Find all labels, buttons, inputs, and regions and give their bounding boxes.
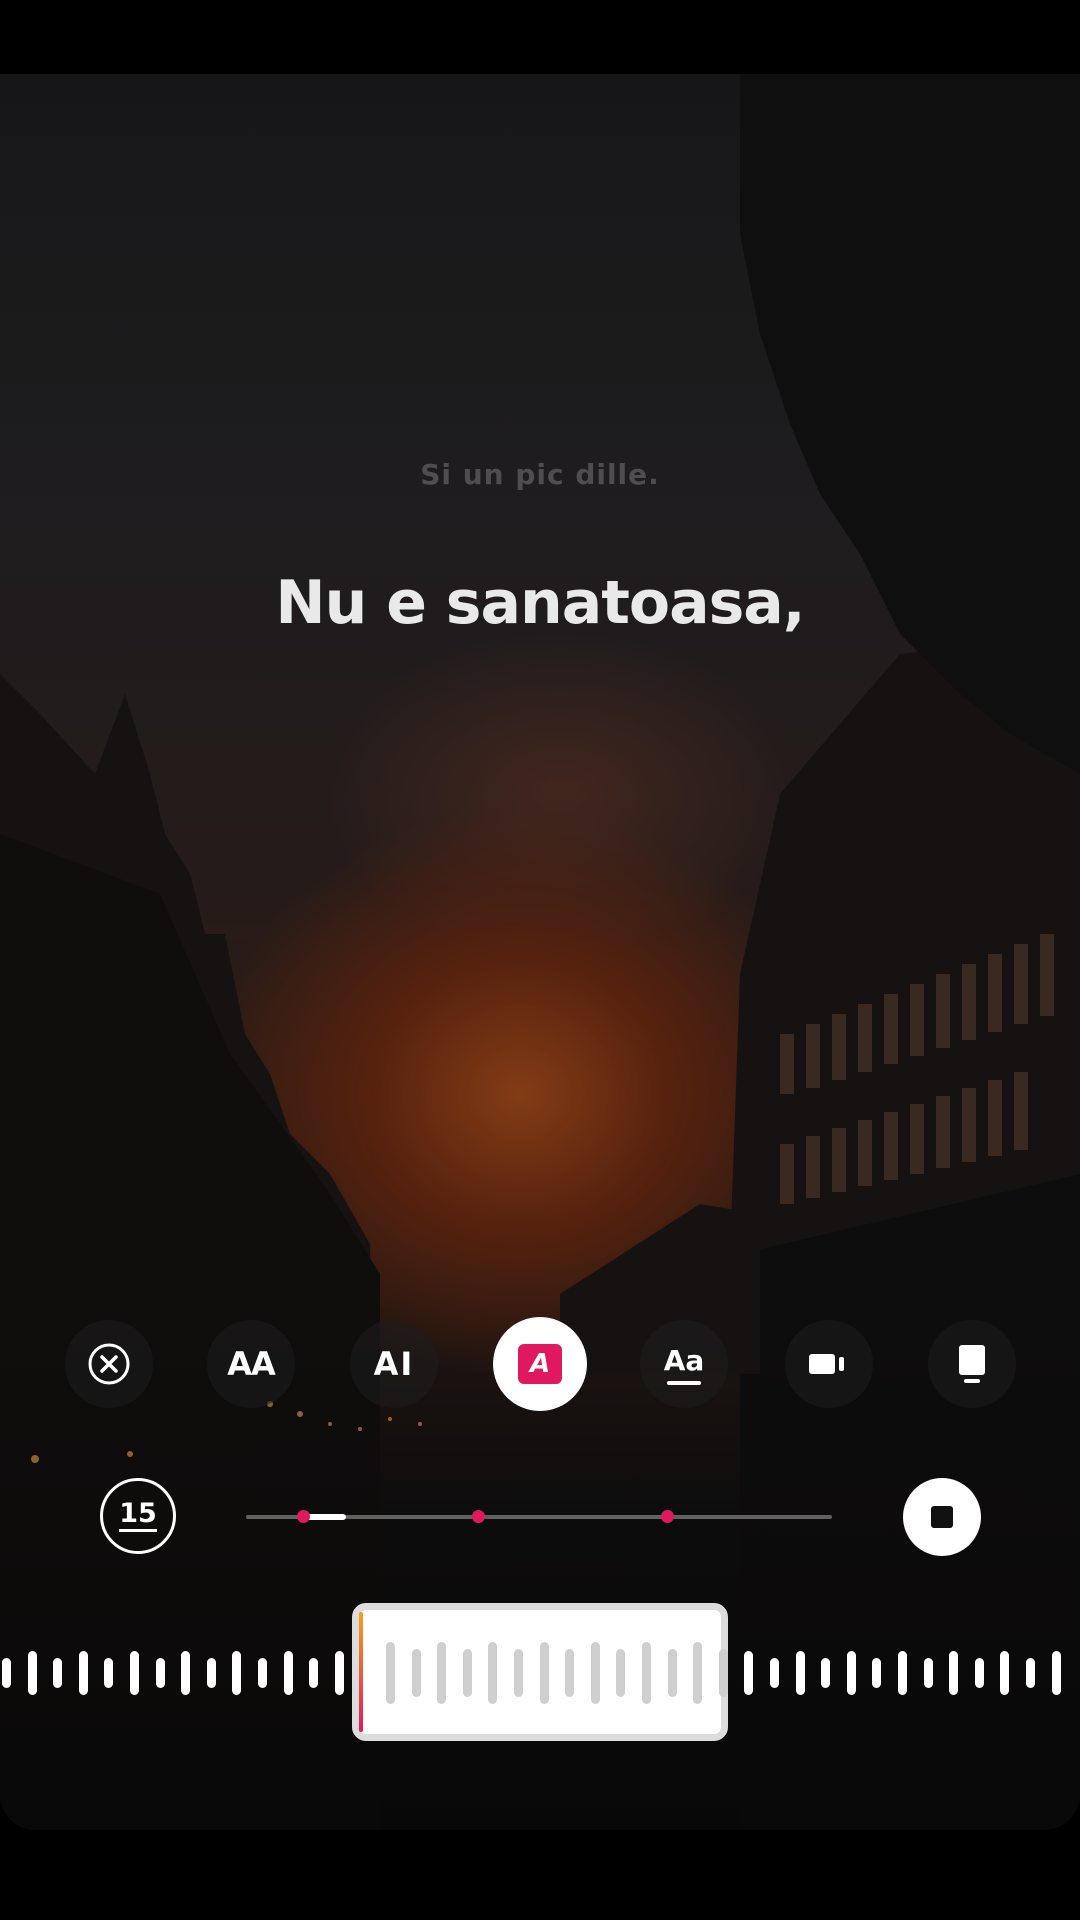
waveform-bar bbox=[155, 1658, 165, 1688]
audio-waveform[interactable] bbox=[0, 1600, 1080, 1746]
video-style-button[interactable] bbox=[785, 1320, 873, 1408]
waveform-bar bbox=[309, 1658, 319, 1688]
waveform-bar bbox=[386, 1642, 395, 1704]
waveform-bar bbox=[1051, 1651, 1061, 1695]
text-style-underline-button[interactable]: Aa bbox=[640, 1320, 728, 1408]
stop-button[interactable] bbox=[903, 1478, 981, 1556]
waveform-bar bbox=[232, 1651, 242, 1695]
video-preview bbox=[0, 74, 1080, 1830]
waveform-bar bbox=[488, 1642, 498, 1704]
waveform-bar bbox=[718, 1649, 728, 1697]
waveform-bar bbox=[130, 1651, 139, 1695]
waveform-bar bbox=[78, 1651, 88, 1695]
waveform-bar bbox=[667, 1649, 677, 1697]
lyric-style-bar: AA AI A Aa bbox=[0, 1316, 1080, 1412]
lyric-marker bbox=[472, 1510, 485, 1523]
waveform-bar bbox=[770, 1658, 779, 1688]
card-icon bbox=[959, 1345, 985, 1383]
waveform-bar bbox=[795, 1651, 805, 1695]
dim-overlay bbox=[0, 74, 1080, 1830]
waveform-bar bbox=[27, 1651, 37, 1695]
duration-label: 15 bbox=[119, 1500, 157, 1532]
waveform-bar bbox=[181, 1651, 191, 1695]
waveform-bar bbox=[462, 1649, 472, 1697]
waveform-bar bbox=[949, 1651, 959, 1695]
lyric-marker bbox=[661, 1510, 674, 1523]
lyric-previous-line: Si un pic dille. bbox=[420, 458, 660, 491]
waveform-bar bbox=[846, 1651, 856, 1695]
video-icon bbox=[809, 1354, 844, 1374]
waveform-bar bbox=[565, 1649, 575, 1697]
close-circle-icon bbox=[88, 1343, 130, 1385]
lyric-marker bbox=[297, 1510, 310, 1523]
lyric-progress-track[interactable] bbox=[246, 1510, 832, 1523]
waveform-bar bbox=[872, 1658, 882, 1688]
duration-button[interactable]: 15 bbox=[100, 1478, 176, 1554]
waveform-bar bbox=[1026, 1658, 1035, 1688]
text-style-a-button[interactable]: A bbox=[493, 1317, 587, 1411]
close-style-button[interactable] bbox=[65, 1320, 153, 1408]
waveform-bar bbox=[744, 1651, 754, 1695]
progress-fill bbox=[306, 1514, 346, 1520]
waveform-bar bbox=[2, 1658, 11, 1688]
waveform-bar bbox=[514, 1649, 523, 1697]
waveform-bar bbox=[821, 1658, 831, 1688]
waveform-bar bbox=[974, 1658, 984, 1688]
text-highlight-icon: A bbox=[518, 1344, 562, 1384]
lyric-current-line[interactable]: Nu e sanatoasa, bbox=[0, 568, 1080, 638]
waveform-bar bbox=[898, 1651, 907, 1695]
waveform-bar bbox=[104, 1658, 114, 1688]
waveform-bar bbox=[334, 1651, 344, 1695]
waveform-bar bbox=[642, 1642, 651, 1704]
waveform-bar bbox=[437, 1642, 447, 1704]
waveform-bar bbox=[411, 1649, 421, 1697]
waveform-bar bbox=[539, 1642, 549, 1704]
text-underline-icon: Aa bbox=[664, 1344, 704, 1385]
waveform-bar bbox=[258, 1658, 267, 1688]
waveform-bar bbox=[693, 1642, 703, 1704]
card-style-button[interactable] bbox=[928, 1320, 1016, 1408]
waveform-bar bbox=[923, 1658, 933, 1688]
text-style-icon: AA bbox=[227, 1345, 276, 1383]
waveform-bar bbox=[206, 1658, 216, 1688]
waveform-bar bbox=[283, 1651, 293, 1695]
waveform-bar bbox=[616, 1649, 626, 1697]
text-style-aa-button[interactable]: AA bbox=[207, 1320, 295, 1408]
waveform-bar bbox=[590, 1642, 600, 1704]
playhead[interactable] bbox=[359, 1612, 363, 1732]
text-style-ai-button[interactable]: AI bbox=[350, 1320, 438, 1408]
stop-icon bbox=[931, 1506, 953, 1528]
waveform-bar bbox=[53, 1658, 63, 1688]
waveform-bar bbox=[1000, 1651, 1010, 1695]
text-cursor-icon: AI bbox=[373, 1345, 415, 1383]
